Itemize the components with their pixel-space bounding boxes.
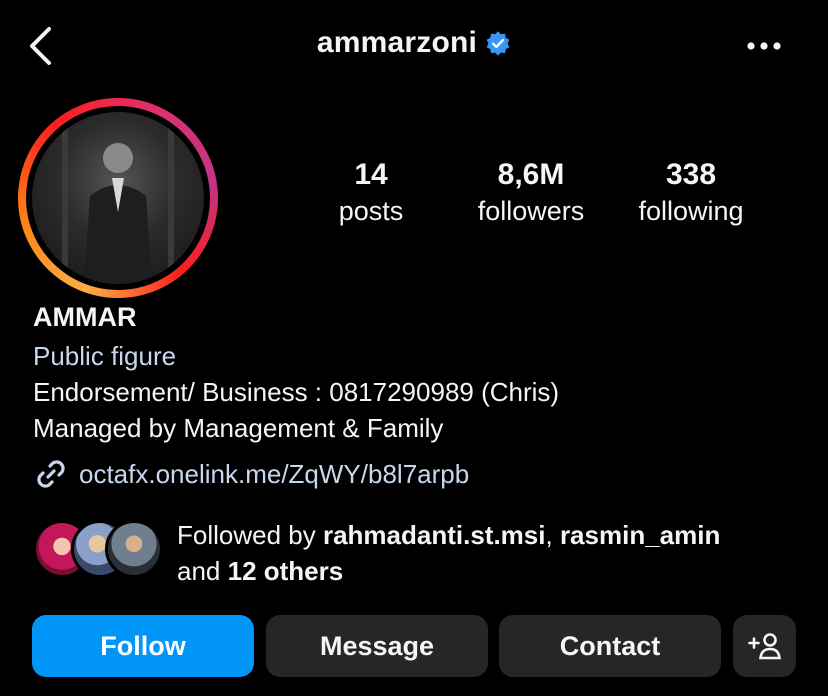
followers-stat[interactable]: 8,6M followers [460,158,602,227]
followed-by-text[interactable]: Followed by rahmadanti.st.msi, rasmin_am… [177,517,720,589]
followers-label: followers [477,196,585,226]
username: ammarzoni [316,26,478,59]
following-count: 338 [665,158,717,191]
bio-link-text: octafx.onelink.me/ZqWY/b8l7arpb [79,458,470,489]
followed-by-prefix: Followed by [177,520,323,550]
display-name: AMMAR [33,302,137,332]
add-person-icon [747,633,781,660]
link-icon [37,460,65,488]
more-horizontal-icon [747,42,781,50]
posts-count: 14 [354,158,388,191]
mutual-followers-avatars[interactable] [33,516,163,578]
followed-by-separator: , [545,520,560,550]
bio-line: Endorsement/ Business : 0817290989 (Chri… [33,377,560,407]
bio-line: Managed by Management & Family [33,413,444,443]
suggested-accounts-button[interactable] [733,615,796,677]
profile-actions: Follow Message Contact [32,615,796,677]
profile-avatar-story-ring[interactable] [18,98,218,298]
profile-header: ammarzoni [0,0,828,90]
mutual-user-link[interactable]: rasmin_amin [560,520,720,550]
verified-badge-icon [486,31,510,56]
follow-button[interactable]: Follow [32,615,254,677]
profile-bio: AMMAR Public figure Endorsement/ Busines… [33,298,793,492]
mutual-avatar [105,520,163,578]
avatar [32,112,204,284]
following-label: following [638,196,744,226]
followed-by-and: and [177,556,228,586]
posts-label: posts [338,196,404,226]
mutual-user-link[interactable]: rahmadanti.st.msi [323,520,546,550]
message-button[interactable]: Message [266,615,488,677]
contact-button[interactable]: Contact [499,615,721,677]
avatar-figure [62,112,174,284]
category-label: Public figure [33,341,177,371]
posts-stat[interactable]: 14 posts [300,158,442,227]
mutual-others-link[interactable]: 12 others [228,556,344,586]
bio-link[interactable]: octafx.onelink.me/ZqWY/b8l7arpb [33,456,793,492]
followers-count: 8,6M [497,158,565,191]
username-title: ammarzoni [0,26,828,60]
more-options-button[interactable] [744,34,784,58]
followed-by-section: Followed by rahmadanti.st.msi, rasmin_am… [33,516,813,589]
following-stat[interactable]: 338 following [620,158,762,227]
